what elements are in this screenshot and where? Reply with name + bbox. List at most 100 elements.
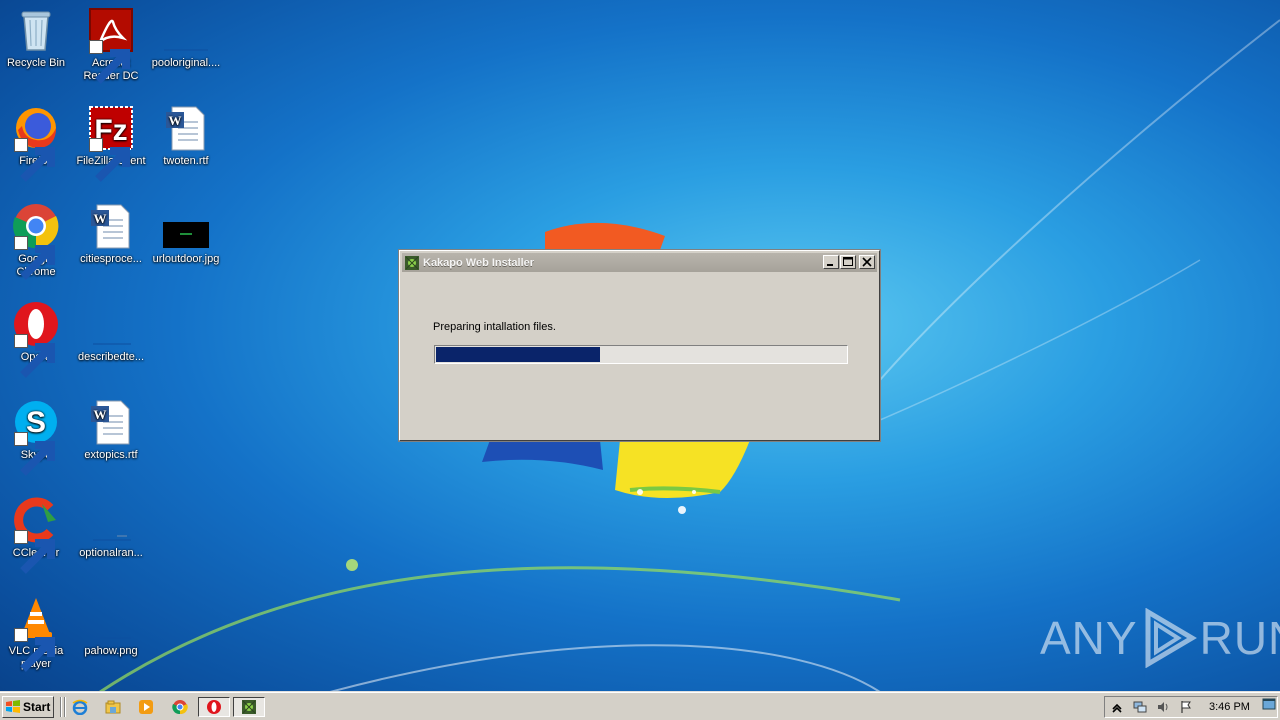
desktop-icon-urloutdoor[interactable]: urloutdoor.jpg — [148, 202, 224, 266]
start-label: Start — [23, 700, 51, 714]
acrobat-icon — [87, 6, 135, 84]
installer-dialog: Kakapo Web Installer Preparing intallati… — [399, 250, 880, 441]
network-icon — [1133, 701, 1147, 713]
minimize-icon — [827, 264, 833, 266]
blank-file-icon — [87, 496, 135, 544]
desktop-icon-opera[interactable]: Opera — [0, 300, 74, 378]
svg-text:W: W — [94, 407, 107, 422]
taskbar-ie[interactable] — [69, 697, 91, 717]
explorer-icon — [105, 700, 121, 714]
shortcut-arrow-icon — [14, 138, 55, 182]
anyrun-watermark: ANY RUN — [1040, 608, 1280, 668]
tray-expand[interactable] — [1109, 699, 1125, 715]
maximize-icon — [843, 257, 853, 266]
progress-fill — [436, 347, 600, 362]
desktop-icon-extopics[interactable]: W extopics.rtf — [73, 398, 149, 462]
desktop-icon-pahow[interactable]: pahow.png — [73, 594, 149, 658]
skype-icon: S — [12, 398, 60, 476]
svg-text:W: W — [94, 211, 107, 226]
media-player-icon — [139, 700, 153, 714]
windows-logo-icon — [6, 700, 20, 713]
taskbar-explorer[interactable] — [102, 697, 124, 717]
taskbar-separator — [64, 697, 66, 717]
taskbar-media-player[interactable] — [135, 697, 157, 717]
status-text: Preparing intallation files. — [433, 321, 556, 333]
window-controls — [823, 255, 875, 269]
desktop-icon-label: Recycle Bin — [6, 57, 66, 69]
desktop-icon-label: describedte... — [77, 351, 145, 363]
dialog-title: Kakapo Web Installer — [423, 256, 535, 269]
taskbar-chrome[interactable] — [169, 697, 191, 717]
desktop-icon-ccleaner[interactable]: CCleaner — [0, 496, 74, 574]
desktop-icon-label: extopics.rtf — [84, 449, 138, 461]
shortcut-arrow-icon — [89, 40, 130, 84]
desktop-icon-skype[interactable]: S Skype — [0, 398, 74, 476]
close-button[interactable] — [859, 255, 875, 269]
desktop-icon-recycle-bin[interactable]: Recycle Bin — [0, 6, 74, 70]
play-triangle-icon — [1145, 608, 1197, 668]
word-doc-icon: W — [162, 104, 210, 152]
tray-volume[interactable] — [1155, 699, 1171, 715]
speaker-icon — [1158, 702, 1168, 712]
shortcut-arrow-icon — [14, 530, 55, 574]
start-button[interactable]: Start — [2, 696, 54, 718]
shortcut-arrow-icon — [89, 138, 130, 182]
desktop-icon-vlc[interactable]: VLC media player — [0, 594, 74, 672]
ie-icon — [72, 699, 88, 715]
word-doc-icon: W — [87, 398, 135, 446]
blank-file-icon — [87, 594, 135, 642]
desktop-icon-twoten[interactable]: W twoten.rtf — [148, 104, 224, 168]
installer-icon — [405, 255, 419, 270]
show-desktop-icon[interactable] — [1262, 697, 1276, 711]
desktop-icon-label: twoten.rtf — [163, 155, 209, 167]
opera-icon — [207, 700, 221, 714]
taskbar-opera[interactable] — [198, 697, 230, 717]
chevron-up-icon — [1112, 703, 1122, 713]
filezilla-icon: Fz — [87, 104, 135, 182]
watermark-run: RUN — [1199, 612, 1280, 664]
flag-icon — [1181, 701, 1191, 713]
image-thumb-icon — [162, 202, 210, 250]
chrome-icon — [12, 202, 60, 280]
desktop-icon-filezilla[interactable]: Fz FileZilla Client — [73, 104, 149, 182]
clock[interactable]: 3:46 PM — [1209, 701, 1250, 713]
minimize-button[interactable] — [823, 255, 839, 269]
blank-file-icon — [87, 300, 135, 348]
desktop-icon-label: urloutdoor.jpg — [152, 253, 220, 265]
taskbar: Start 3:46 PM — [0, 692, 1280, 720]
system-tray: 3:46 PM — [1104, 696, 1278, 718]
desktop-icon-label: pooloriginal.... — [151, 57, 221, 69]
dialog-titlebar[interactable]: Kakapo Web Installer — [402, 253, 877, 272]
shortcut-arrow-icon — [14, 236, 55, 280]
desktop-icon-describedte[interactable]: describedte... — [73, 300, 149, 364]
opera-icon — [12, 300, 60, 378]
blank-file-icon — [162, 6, 210, 54]
desktop-icon-label: citiesproce... — [80, 253, 142, 265]
taskbar-kakapo-installer[interactable] — [233, 697, 265, 717]
svg-text:W: W — [169, 113, 182, 128]
vlc-icon — [12, 594, 60, 672]
desktop-icon-acrobat[interactable]: Acrobat Reader DC — [73, 6, 149, 84]
close-icon — [862, 257, 872, 267]
shortcut-arrow-icon — [14, 432, 55, 476]
shortcut-arrow-icon — [14, 628, 55, 672]
desktop-icon-label: optionalran... — [79, 547, 143, 559]
chrome-icon — [172, 700, 188, 715]
desktop-icon-citiesproce[interactable]: W citiesproce... — [73, 202, 149, 266]
word-doc-icon: W — [87, 202, 135, 250]
watermark-any: ANY — [1040, 612, 1138, 664]
maximize-button[interactable] — [840, 255, 856, 269]
desktop-icon-pooloriginal[interactable]: pooloriginal.... — [148, 6, 224, 70]
shortcut-arrow-icon — [14, 334, 55, 378]
recycle-bin-icon — [12, 6, 60, 54]
progress-bar — [434, 345, 848, 364]
installer-icon — [242, 700, 256, 714]
firefox-icon — [12, 104, 60, 182]
desktop-icon-label: pahow.png — [84, 645, 138, 657]
desktop-icon-google-chrome[interactable]: Google Chrome — [0, 202, 74, 280]
ccleaner-icon — [12, 496, 60, 574]
desktop-icon-firefox[interactable]: Firefox — [0, 104, 74, 182]
tray-network[interactable] — [1132, 699, 1148, 715]
tray-action-center[interactable] — [1178, 699, 1194, 715]
desktop-icon-optionalran[interactable]: optionalran... — [73, 496, 149, 560]
